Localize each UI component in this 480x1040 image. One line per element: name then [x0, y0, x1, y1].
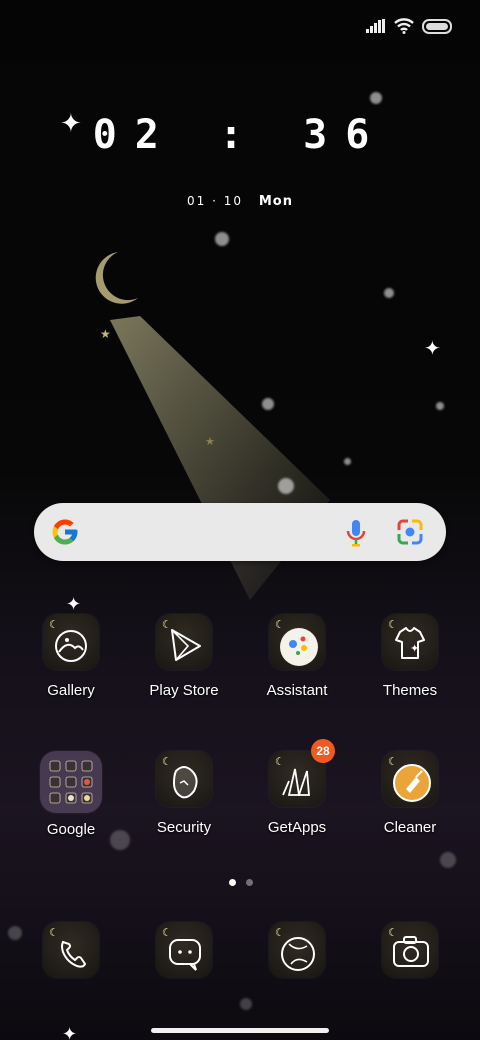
- page-dot[interactable]: [246, 879, 253, 886]
- svg-text:★: ★: [205, 435, 215, 448]
- status-bar: [366, 18, 452, 34]
- app-gallery[interactable]: ☾ Gallery: [21, 614, 121, 699]
- cleaner-icon: ☾: [382, 751, 438, 807]
- app-getapps[interactable]: ☾ 28 GetApps: [247, 739, 347, 836]
- snow-dot: [344, 458, 351, 465]
- google-lens-icon[interactable]: [396, 518, 424, 546]
- app-label: GetApps: [267, 819, 327, 836]
- wifi-icon: [394, 18, 414, 34]
- snow-dot: [262, 398, 274, 410]
- dock-messages[interactable]: ☾: [134, 922, 234, 978]
- app-label: Assistant: [266, 682, 328, 699]
- dock-phone[interactable]: ☾: [21, 922, 121, 978]
- app-label: Security: [156, 819, 212, 836]
- day-text: Mon: [258, 194, 293, 209]
- svg-text:✦: ✦: [424, 336, 441, 360]
- browser-icon: ☾: [269, 922, 325, 978]
- app-google-folder[interactable]: Google: [21, 751, 121, 838]
- google-folder-icon: [40, 751, 102, 813]
- security-icon: ☾: [156, 751, 212, 807]
- camera-icon: ☾: [382, 922, 438, 978]
- app-label: Gallery: [47, 682, 95, 699]
- themes-icon: ☾ ✦: [382, 614, 438, 670]
- gesture-home-bar[interactable]: [151, 1028, 329, 1033]
- google-g-icon: [52, 519, 78, 545]
- page-indicator: [229, 879, 253, 886]
- notification-badge: 28: [311, 739, 335, 763]
- snow-dot: [240, 998, 252, 1010]
- svg-text:✦: ✦: [66, 594, 81, 615]
- phone-icon: ☾: [43, 922, 99, 978]
- snow-dot: [384, 288, 394, 298]
- microphone-icon[interactable]: [346, 518, 366, 548]
- app-play-store[interactable]: ☾ Play Store: [134, 614, 234, 699]
- snow-dot: [215, 232, 229, 246]
- app-label: Themes: [382, 682, 438, 699]
- app-label: Cleaner: [383, 819, 437, 836]
- dock-camera[interactable]: ☾: [360, 922, 460, 978]
- snow-dot: [436, 402, 444, 410]
- messages-icon: ☾: [156, 922, 212, 978]
- battery-icon: [422, 18, 452, 34]
- app-label: Google: [46, 821, 96, 838]
- snow-dot: [278, 478, 294, 494]
- app-cleaner[interactable]: ☾ Cleaner: [360, 751, 460, 836]
- signal-bars-icon: [366, 19, 385, 33]
- page-dot-active[interactable]: [229, 879, 236, 886]
- clock-date: 01 · 10 Mon: [0, 194, 480, 209]
- date-text: 01 · 10: [187, 194, 244, 208]
- assistant-icon: ☾: [269, 614, 325, 670]
- svg-text:✦: ✦: [410, 642, 419, 655]
- clock-time: 02 : 36: [92, 112, 388, 158]
- app-security[interactable]: ☾ Security: [134, 751, 234, 836]
- app-label: Play Store: [149, 682, 219, 699]
- app-themes[interactable]: ☾ ✦ Themes: [360, 614, 460, 699]
- google-search-bar[interactable]: [34, 503, 446, 561]
- snow-dot: [8, 926, 22, 940]
- svg-text:★: ★: [100, 327, 111, 341]
- svg-text:✦: ✦: [62, 1024, 77, 1040]
- play-store-icon: ☾: [156, 614, 212, 670]
- app-assistant[interactable]: ☾ Assistant: [247, 614, 347, 699]
- gallery-icon: ☾: [43, 614, 99, 670]
- snow-dot: [440, 852, 456, 868]
- getapps-icon: ☾ 28: [269, 739, 335, 807]
- snow-dot: [370, 92, 382, 104]
- dock-browser[interactable]: ☾: [247, 922, 347, 978]
